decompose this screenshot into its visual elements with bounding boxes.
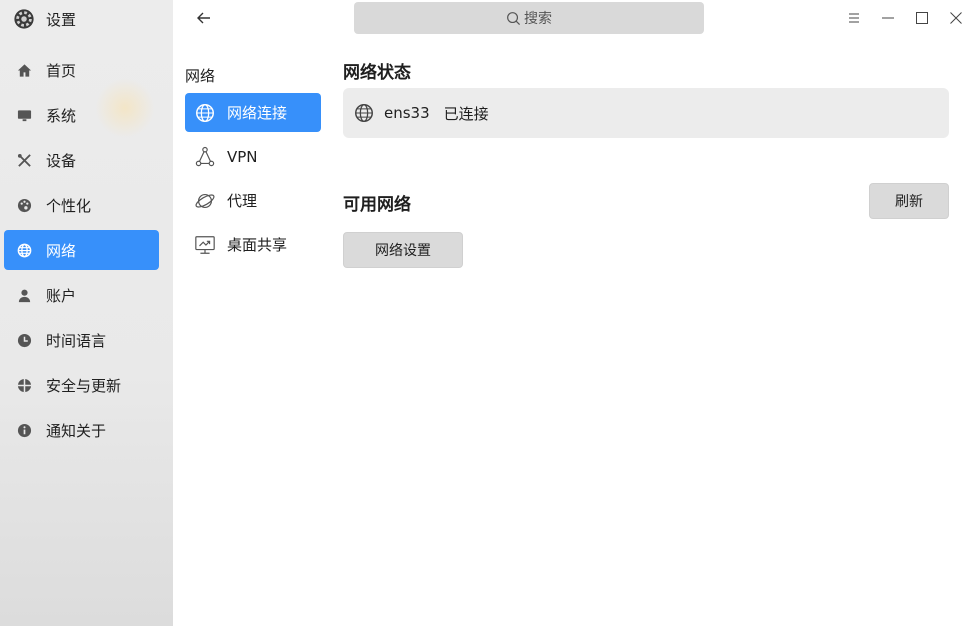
sidebar-item-home[interactable]: 首页 [4, 50, 159, 90]
sidebar-item-security-update[interactable]: 安全与更新 [4, 365, 159, 405]
close-button[interactable] [947, 9, 965, 27]
sidebar-item-devices[interactable]: 设备 [4, 140, 159, 180]
globe-icon [16, 242, 32, 258]
maximize-icon [915, 11, 929, 25]
minimize-icon [881, 11, 895, 25]
refresh-button[interactable]: 刷新 [869, 183, 949, 219]
network-globe-icon [193, 101, 217, 125]
close-icon [949, 11, 963, 25]
network-globe-icon [352, 101, 376, 125]
subnav-item-vpn[interactable]: VPN [185, 137, 321, 176]
subnav-item-proxy[interactable]: 代理 [185, 181, 321, 220]
search-icon [506, 10, 522, 26]
maximize-button[interactable] [913, 9, 931, 27]
subnav-item-label: 桌面共享 [227, 236, 288, 254]
back-button[interactable] [194, 8, 214, 28]
connection-state: 已连接 [443, 104, 489, 123]
menu-icon [847, 11, 861, 25]
gear-icon [12, 7, 36, 31]
info-icon [16, 422, 32, 438]
sidebar-item-label: 首页 [46, 61, 77, 80]
available-networks-heading: 可用网络 [343, 195, 411, 215]
interface-name: ens33 [384, 104, 430, 122]
proxy-icon [193, 189, 217, 213]
sidebar-item-label: 通知关于 [46, 421, 107, 440]
clock-icon [16, 332, 32, 348]
subnav-item-label: 代理 [227, 192, 258, 210]
sidebar-item-personalization[interactable]: 个性化 [4, 185, 159, 225]
subnav-item-label: 网络连接 [227, 104, 288, 122]
app-title-label: 设置 [46, 10, 77, 29]
sidebar-item-notifications-about[interactable]: 通知关于 [4, 410, 159, 450]
palette-icon [16, 197, 32, 213]
monitor-icon [16, 107, 32, 123]
sidebar-item-label: 网络 [46, 241, 77, 260]
network-status-heading: 网络状态 [343, 63, 411, 83]
tools-icon [16, 152, 32, 168]
app-title: 设置 [12, 7, 76, 31]
sidebar-item-label: 个性化 [46, 196, 92, 215]
home-icon [16, 62, 32, 78]
vpn-icon [193, 145, 217, 169]
sidebar-item-label: 账户 [46, 286, 77, 305]
search-input[interactable]: 搜索 [354, 2, 704, 34]
network-settings-button[interactable]: 网络设置 [343, 232, 463, 268]
search-placeholder: 搜索 [524, 11, 552, 27]
sidebar-item-time-language[interactable]: 时间语言 [4, 320, 159, 360]
screen-share-icon [193, 233, 217, 257]
sidebar-item-label: 安全与更新 [46, 376, 122, 395]
sidebar-item-label: 系统 [46, 106, 77, 125]
subnav-title: 网络 [185, 67, 216, 85]
sidebar-nav: 首页 系统 设备 个性化 网络 账户 时间语言 安全与更新 通知关于 [4, 50, 159, 455]
sidebar-item-accounts[interactable]: 账户 [4, 275, 159, 315]
subnav-item-label: VPN [227, 147, 258, 166]
subnav: 网络连接 VPN 代理 桌面共享 [185, 93, 321, 269]
menu-button[interactable] [845, 9, 863, 27]
subnav-item-network-connection[interactable]: 网络连接 [185, 93, 321, 132]
user-icon [16, 287, 32, 303]
subnav-item-desktop-sharing[interactable]: 桌面共享 [185, 225, 321, 264]
sidebar-item-label: 设备 [46, 151, 77, 170]
arrow-left-icon [196, 10, 212, 26]
sidebar-item-network[interactable]: 网络 [4, 230, 159, 270]
sidebar: 设置 首页 系统 设备 个性化 网络 账户 时间语言 安全与更新 通知关于 [0, 0, 173, 626]
minimize-button[interactable] [879, 9, 897, 27]
sidebar-item-system[interactable]: 系统 [4, 95, 159, 135]
shield-icon [16, 377, 32, 393]
sidebar-item-label: 时间语言 [46, 331, 107, 350]
network-status-card: ens33 已连接 [343, 88, 949, 138]
